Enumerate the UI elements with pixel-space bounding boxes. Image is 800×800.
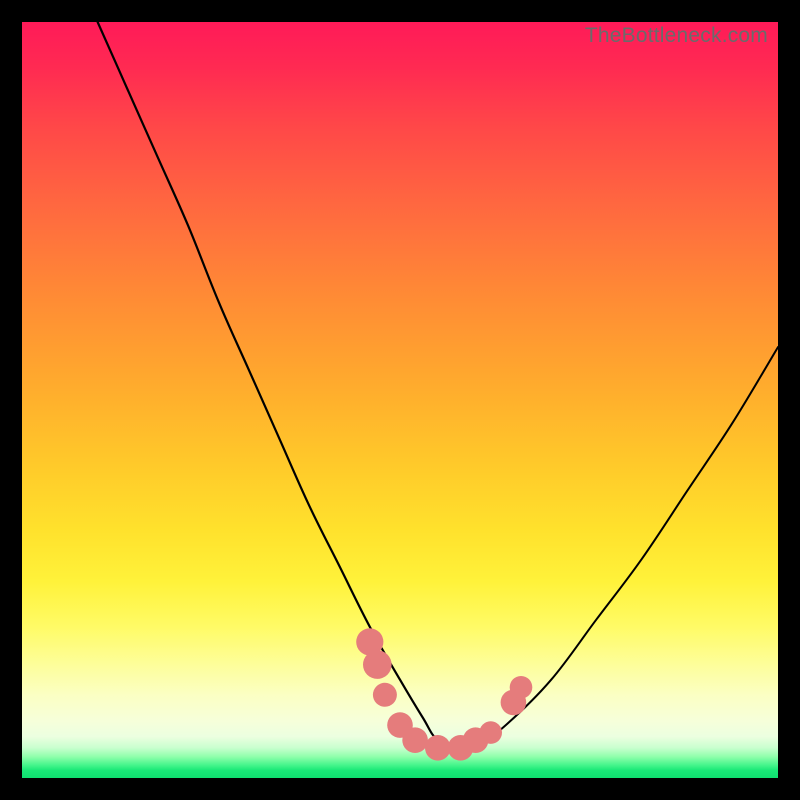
trough-marker (479, 721, 502, 744)
chart-frame: TheBottleneck.com (0, 0, 800, 800)
trough-marker (402, 727, 428, 753)
trough-marker (373, 683, 397, 707)
trough-marker (510, 676, 533, 699)
curve-right-branch (461, 347, 779, 748)
chart-svg (22, 22, 778, 778)
curve-left-branch (98, 22, 461, 748)
trough-marker (425, 735, 451, 761)
plot-area: TheBottleneck.com (22, 22, 778, 778)
trough-marker (363, 650, 392, 679)
